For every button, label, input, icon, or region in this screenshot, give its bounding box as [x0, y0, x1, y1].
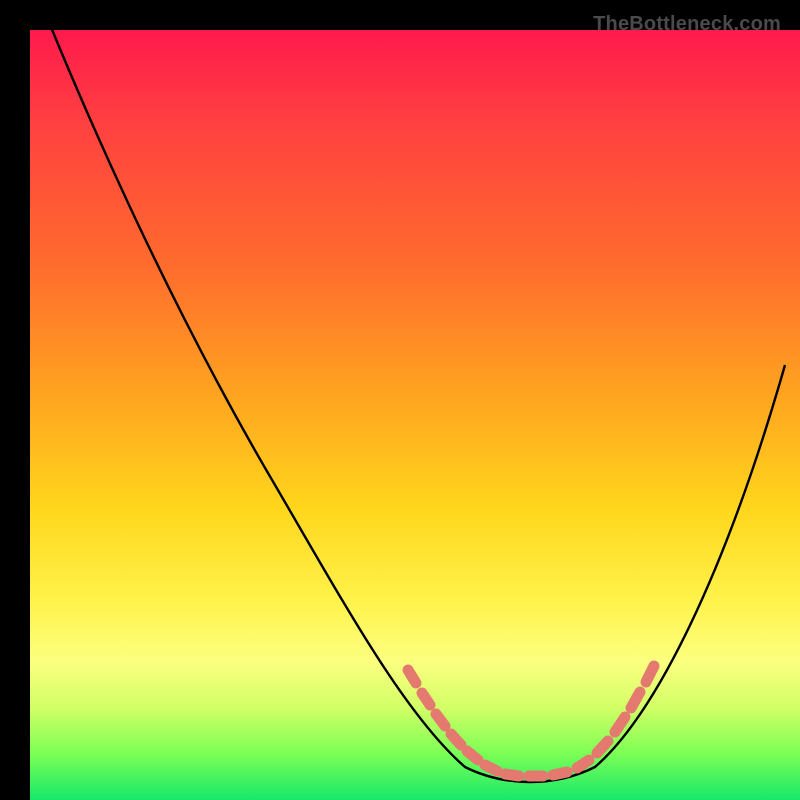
chart-svg	[15, 15, 785, 785]
marker-group	[408, 666, 654, 776]
bottleneck-curve	[46, 15, 785, 782]
watermark-text: TheBottleneck.com	[593, 13, 781, 36]
chart-frame: TheBottleneck.com	[15, 15, 785, 785]
